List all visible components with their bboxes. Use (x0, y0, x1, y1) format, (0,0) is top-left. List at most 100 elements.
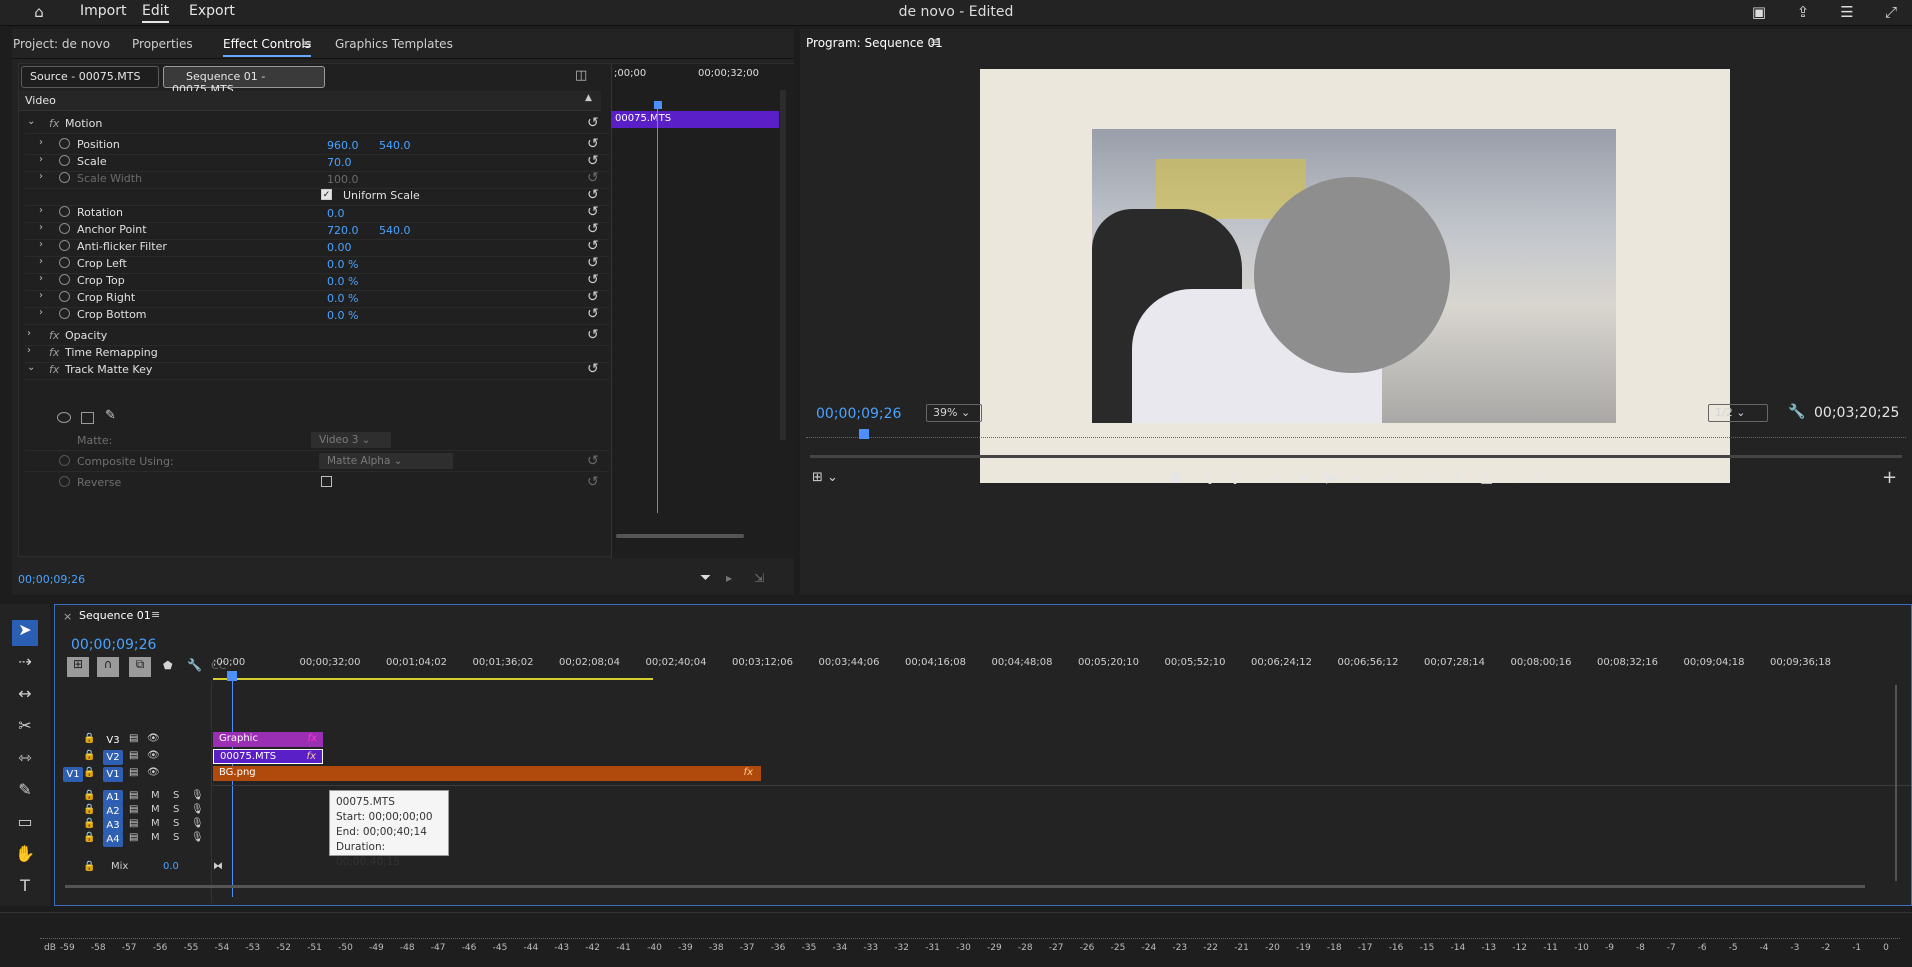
expand-chevron-icon[interactable]: › (39, 256, 43, 267)
audio-track-label[interactable]: A4 (103, 832, 123, 847)
reset-icon[interactable]: ↺ (587, 170, 599, 186)
sync-lock-icon[interactable]: ▤ (129, 733, 138, 744)
expand-chevron-icon[interactable]: › (27, 345, 31, 356)
expand-chevron-icon[interactable]: ⌄ (27, 362, 35, 373)
reset-icon[interactable]: ↺ (587, 289, 599, 305)
ec-zoom-scrollbar[interactable] (616, 534, 744, 538)
lock-icon[interactable]: 🔒 (83, 733, 95, 744)
add-marker-icon[interactable]: ⬟ (1170, 470, 1184, 486)
ec-footer-timecode[interactable]: 00;00;09;26 (18, 573, 85, 586)
fx-icon[interactable]: fx (49, 117, 59, 130)
stopwatch-icon[interactable] (59, 308, 70, 319)
solo-button[interactable]: S (173, 790, 179, 801)
eye-icon[interactable]: 👁 (147, 767, 160, 778)
track-v2-label[interactable]: V2 (103, 750, 123, 765)
reset-icon[interactable]: ↺ (587, 306, 599, 322)
resolution-dropdown[interactable]: 1/2 ⌄ (1708, 404, 1768, 422)
fullscreen-icon[interactable]: ⤢ (1880, 3, 1902, 23)
timeline-horizontal-scrollbar[interactable] (65, 885, 1865, 888)
mute-button[interactable]: M (151, 790, 160, 801)
mute-button[interactable]: M (151, 804, 160, 815)
tab-menu-icon[interactable]: ≡ (302, 37, 312, 51)
reverse-reset-icon[interactable]: ↺ (587, 474, 599, 490)
toggle-timeline-icon[interactable]: ◫ (575, 68, 587, 83)
solo-button[interactable]: S (173, 818, 179, 829)
share-icon[interactable]: ⇪ (1792, 3, 1814, 23)
hand-tool-icon[interactable]: ✋ (12, 844, 38, 870)
source-button[interactable]: Source - 00075.MTS (21, 66, 159, 88)
eye-icon[interactable]: 👁 (147, 733, 160, 744)
fx-icon[interactable]: fx (49, 329, 59, 342)
sync-lock-icon[interactable]: ▤ (129, 767, 138, 778)
solo-button[interactable]: S (173, 804, 179, 815)
expand-chevron-icon[interactable]: › (39, 273, 43, 284)
close-sequence-icon[interactable]: × (63, 610, 72, 623)
lock-icon[interactable]: 🔒 (83, 804, 95, 815)
sync-lock-icon[interactable]: ▤ (129, 750, 138, 761)
composite-reset-icon[interactable]: ↺ (587, 453, 599, 469)
export-icon[interactable]: ⇲ (754, 571, 764, 585)
workspaces-menu-icon[interactable]: ☰ (1836, 3, 1858, 23)
snap-icon[interactable]: ∩ (97, 657, 119, 677)
tab-effect-controls[interactable]: Effect Controls (223, 37, 311, 57)
clip-00075[interactable]: 00075.MTS fx (213, 749, 323, 764)
zoom-dropdown[interactable]: 39% ⌄ (926, 404, 982, 422)
expand-chevron-icon[interactable]: › (27, 328, 31, 339)
mix-value[interactable]: 0.0 (163, 861, 179, 872)
sequence-clip-button[interactable]: Sequence 01 - 00075.MTS (163, 66, 325, 96)
ec-playhead-handle[interactable] (654, 101, 662, 109)
safe-margins-icon[interactable]: ⊞ ⌄ (812, 470, 838, 485)
audio-track-label[interactable]: A1 (103, 790, 123, 805)
expand-chevron-icon[interactable]: › (39, 290, 43, 301)
sequence-menu-icon[interactable]: ≡ (151, 608, 160, 621)
mute-button[interactable]: M (151, 818, 160, 829)
composite-stopwatch-icon[interactable] (59, 455, 70, 466)
play-icon[interactable]: ▶ (1326, 470, 1339, 486)
reset-icon[interactable]: ↺ (587, 187, 599, 203)
timeline-vertical-scrollbar[interactable] (1895, 685, 1897, 881)
sync-lock-icon[interactable]: ▤ (129, 790, 138, 801)
filter-icon[interactable]: ⏷ (700, 570, 711, 586)
track-v3-label[interactable]: V3 (103, 733, 123, 748)
nest-icon[interactable]: ⊞ (67, 657, 89, 677)
rectangle-mask-icon[interactable] (81, 412, 94, 424)
fx-icon[interactable]: fx (49, 346, 59, 359)
add-marker-timeline-icon[interactable]: ⬟ (163, 659, 173, 672)
reset-icon[interactable]: ↺ (587, 238, 599, 254)
expand-chevron-icon[interactable]: › (39, 205, 43, 216)
reset-icon[interactable]: ↺ (587, 255, 599, 271)
settings-wrench-icon[interactable]: 🔧 (1788, 404, 1805, 420)
clip-graphic[interactable]: Graphic fx (213, 732, 323, 747)
reset-icon[interactable]: ↺ (587, 115, 599, 131)
stopwatch-icon[interactable] (59, 138, 70, 149)
pen-tool-icon[interactable]: ✎ (12, 780, 38, 806)
ripple-edit-tool-icon[interactable]: ↔ (12, 684, 38, 710)
microphone-icon[interactable]: 🎙 (191, 832, 204, 843)
workspace-icon[interactable]: ▣ (1748, 3, 1770, 23)
reverse-checkbox[interactable] (321, 476, 332, 487)
expand-chevron-icon[interactable]: › (39, 137, 43, 148)
uniform-scale-checkbox[interactable]: ✓ (321, 189, 332, 200)
clip-bg-png[interactable]: BG.png fx (213, 766, 761, 781)
source-patch-v1[interactable]: V1 (63, 767, 83, 782)
export-frame-icon[interactable]: ◰ (1480, 470, 1495, 486)
linked-selection-icon[interactable]: ⧉ (129, 657, 151, 677)
program-zoom-bar[interactable] (810, 455, 1902, 458)
sync-lock-icon[interactable]: ▤ (129, 804, 138, 815)
audio-track-label[interactable]: A2 (103, 804, 123, 819)
go-to-out-icon[interactable]: ⇥ (1382, 470, 1396, 486)
stopwatch-icon[interactable] (59, 240, 70, 251)
razor-tool-icon[interactable]: ✂ (12, 716, 38, 742)
ec-clip-bar[interactable]: 00075.MTS (611, 111, 779, 128)
slip-tool-icon[interactable]: ⇿ (12, 748, 38, 774)
pen-mask-icon[interactable]: ✎ (105, 408, 116, 423)
sync-lock-icon[interactable]: ▤ (129, 832, 138, 843)
expand-chevron-icon[interactable]: › (39, 239, 43, 250)
program-menu-icon[interactable]: ≡ (930, 35, 940, 49)
stopwatch-icon[interactable] (59, 172, 70, 183)
lock-icon[interactable]: 🔒 (83, 832, 95, 843)
expand-chevron-icon[interactable]: › (39, 154, 43, 165)
lock-icon[interactable]: 🔒 (83, 767, 95, 778)
reverse-stopwatch-icon[interactable] (59, 476, 70, 487)
step-back-icon[interactable]: ◂ (1298, 470, 1307, 486)
